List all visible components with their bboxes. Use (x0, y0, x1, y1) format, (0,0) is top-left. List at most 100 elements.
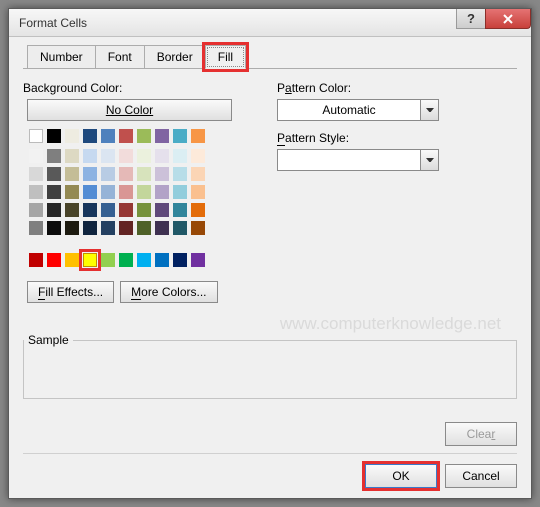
cancel-button[interactable]: Cancel (445, 464, 517, 488)
tab-border[interactable]: Border (144, 45, 206, 69)
color-swatch[interactable] (29, 253, 43, 267)
clear-button[interactable]: Clear (445, 422, 517, 446)
color-swatch[interactable] (191, 221, 205, 235)
color-swatch[interactable] (173, 253, 187, 267)
color-swatch[interactable] (155, 221, 169, 235)
close-button[interactable] (485, 9, 531, 29)
standard-colors-row (27, 251, 261, 269)
color-swatch[interactable] (83, 221, 97, 235)
color-swatch[interactable] (65, 129, 79, 143)
color-swatch[interactable] (29, 185, 43, 199)
color-swatch[interactable] (29, 203, 43, 217)
color-swatch[interactable] (119, 149, 133, 163)
color-swatch[interactable] (29, 221, 43, 235)
color-swatch[interactable] (119, 185, 133, 199)
color-swatch[interactable] (191, 203, 205, 217)
ok-button[interactable]: OK (365, 464, 437, 488)
color-swatch[interactable] (155, 253, 169, 267)
color-swatch[interactable] (137, 253, 151, 267)
pattern-color-select[interactable]: Automatic (277, 99, 439, 121)
color-swatch[interactable] (173, 203, 187, 217)
color-swatch[interactable] (191, 253, 205, 267)
color-swatch[interactable] (83, 185, 97, 199)
more-colors-button[interactable]: More Colors... (120, 281, 217, 303)
color-swatch[interactable] (101, 221, 115, 235)
no-color-button[interactable]: No Color (27, 99, 232, 121)
color-swatch[interactable] (101, 149, 115, 163)
theme-accent-row (27, 127, 261, 145)
format-cells-dialog: Format Cells ? Number Font Border Fill B… (8, 8, 532, 499)
color-swatch[interactable] (47, 167, 61, 181)
color-swatch[interactable] (65, 185, 79, 199)
color-swatch[interactable] (101, 167, 115, 181)
color-swatch[interactable] (191, 167, 205, 181)
color-swatch[interactable] (65, 253, 79, 267)
color-swatch[interactable] (137, 149, 151, 163)
color-swatch[interactable] (137, 167, 151, 181)
color-swatch[interactable] (191, 149, 205, 163)
color-swatch[interactable] (173, 129, 187, 143)
help-button[interactable]: ? (456, 9, 486, 29)
sample-label: Sample (24, 333, 73, 347)
tab-fill[interactable]: Fill (205, 45, 246, 69)
theme-palette (27, 147, 261, 237)
color-swatch[interactable] (83, 167, 97, 181)
close-icon (502, 13, 514, 25)
color-swatch[interactable] (83, 203, 97, 217)
color-swatch[interactable] (137, 129, 151, 143)
titlebar: Format Cells ? (9, 9, 531, 37)
color-swatch[interactable] (173, 149, 187, 163)
pattern-style-label: Pattern Style: (277, 131, 517, 145)
pattern-color-value: Automatic (278, 103, 420, 117)
color-swatch[interactable] (155, 129, 169, 143)
color-swatch[interactable] (29, 129, 43, 143)
color-swatch[interactable] (173, 167, 187, 181)
color-swatch[interactable] (155, 203, 169, 217)
color-swatch[interactable] (137, 203, 151, 217)
color-swatch[interactable] (65, 167, 79, 181)
color-swatch[interactable] (47, 221, 61, 235)
color-swatch[interactable] (137, 221, 151, 235)
color-swatch[interactable] (47, 149, 61, 163)
color-swatch[interactable] (83, 253, 97, 267)
color-swatch[interactable] (155, 149, 169, 163)
tab-number[interactable]: Number (27, 45, 96, 69)
color-swatch[interactable] (119, 167, 133, 181)
color-swatch[interactable] (65, 203, 79, 217)
color-swatch[interactable] (191, 185, 205, 199)
color-swatch[interactable] (83, 149, 97, 163)
help-icon: ? (467, 11, 475, 26)
color-swatch[interactable] (101, 203, 115, 217)
color-swatch[interactable] (83, 129, 97, 143)
color-swatch[interactable] (29, 167, 43, 181)
color-swatch[interactable] (47, 203, 61, 217)
fill-effects-button[interactable]: Fill Effects... (27, 281, 114, 303)
color-swatch[interactable] (65, 149, 79, 163)
color-swatch[interactable] (119, 253, 133, 267)
color-swatch[interactable] (155, 185, 169, 199)
color-swatch[interactable] (47, 129, 61, 143)
color-swatch[interactable] (173, 221, 187, 235)
color-swatch[interactable] (101, 129, 115, 143)
chevron-down-icon (420, 150, 438, 170)
color-swatch[interactable] (137, 185, 151, 199)
color-swatch[interactable] (119, 221, 133, 235)
color-swatch[interactable] (47, 185, 61, 199)
dialog-title: Format Cells (19, 16, 87, 30)
color-swatch[interactable] (191, 129, 205, 143)
color-swatch[interactable] (47, 253, 61, 267)
color-swatch[interactable] (101, 185, 115, 199)
color-swatch[interactable] (155, 167, 169, 181)
background-color-label: Background Color: (23, 81, 261, 95)
color-swatch[interactable] (173, 185, 187, 199)
color-swatch[interactable] (29, 149, 43, 163)
tab-font[interactable]: Font (95, 45, 145, 69)
pattern-color-label: Pattern Color: (277, 81, 517, 95)
tab-strip: Number Font Border Fill (23, 45, 517, 69)
color-swatch[interactable] (119, 129, 133, 143)
pattern-style-select[interactable] (277, 149, 439, 171)
color-swatch[interactable] (119, 203, 133, 217)
dialog-body: Number Font Border Fill Background Color… (9, 37, 531, 409)
color-swatch[interactable] (101, 253, 115, 267)
color-swatch[interactable] (65, 221, 79, 235)
